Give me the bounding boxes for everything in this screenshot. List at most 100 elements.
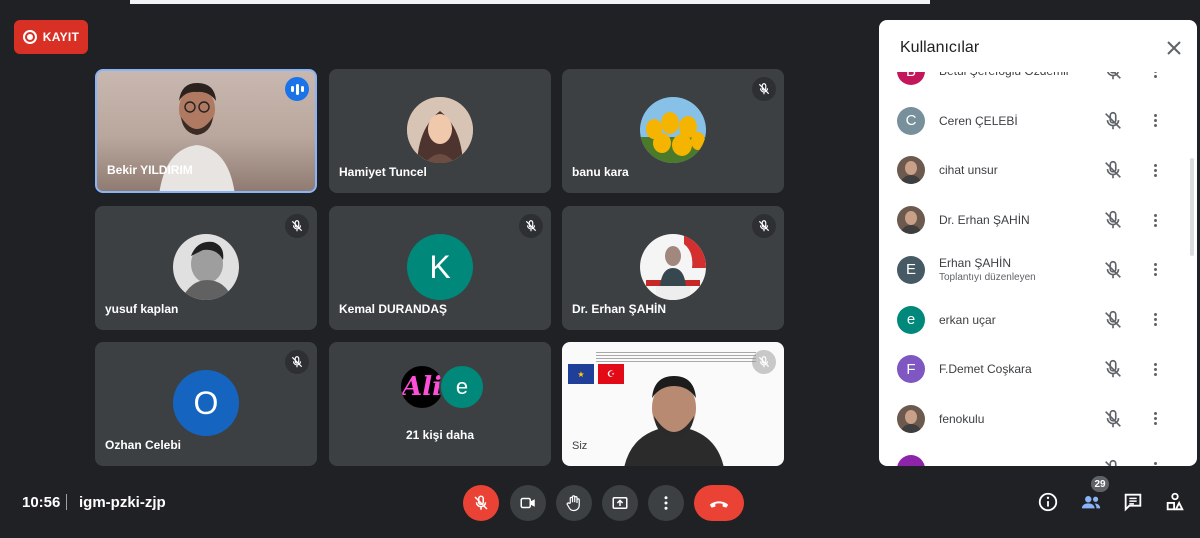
top-strip	[130, 0, 930, 4]
mic-off-icon[interactable]	[1102, 309, 1124, 331]
raise-hand-button[interactable]	[556, 485, 592, 521]
avatar: F	[897, 355, 925, 384]
participant-name: Erhan ŞAHİN	[939, 255, 1012, 270]
participant-row[interactable]	[879, 447, 1179, 466]
video-tile-yusuf[interactable]: yusuf kaplan	[95, 206, 317, 330]
tile-name: Dr. Erhan ŞAHİN	[572, 302, 667, 316]
more-options-icon[interactable]	[1145, 209, 1165, 231]
more-options-icon[interactable]	[1145, 458, 1165, 466]
participants-panel: Kullanıcılar B Betül Şerefoğlu Özdemir C Ce…	[879, 20, 1197, 466]
meeting-time: 10:56	[22, 494, 61, 511]
chat-icon	[1124, 493, 1142, 512]
camera-toggle-button[interactable]	[510, 485, 546, 521]
video-tile-banu[interactable]: banu kara	[562, 69, 784, 193]
mic-off-icon	[285, 214, 309, 238]
mic-off-icon[interactable]	[1102, 110, 1124, 132]
tile-name: Hamiyet Tuncel	[339, 165, 427, 179]
scrollbar[interactable]	[1190, 158, 1194, 256]
participant-list: B Betül Şerefoğlu Özdemir C Ceren ÇELEBİ cih…	[879, 72, 1179, 466]
participant-row[interactable]: F F.Demet Coşkara	[879, 347, 1179, 395]
mic-off-icon[interactable]	[1102, 159, 1124, 181]
participant-name: Dr. Erhan ŞAHİN	[939, 213, 1030, 228]
more-options-icon[interactable]	[1145, 110, 1165, 132]
more-options-icon[interactable]	[1145, 259, 1165, 281]
recording-badge[interactable]: KAYIT	[14, 20, 88, 54]
people-button[interactable]	[1079, 490, 1103, 514]
activities-button[interactable]	[1163, 490, 1187, 514]
avatar: B	[897, 72, 925, 85]
participant-row[interactable]: Dr. Erhan ŞAHİN	[879, 198, 1179, 246]
more-options-icon[interactable]	[1145, 72, 1165, 82]
participant-name: F.Demet Coşkara	[939, 362, 1032, 377]
avatar	[897, 206, 925, 235]
chat-button[interactable]	[1121, 490, 1145, 514]
video-tile-kemal[interactable]: K Kemal DURANDAŞ	[329, 206, 551, 330]
recording-label: KAYIT	[42, 30, 80, 44]
divider	[66, 494, 67, 510]
mic-off-icon[interactable]	[1102, 209, 1124, 231]
mic-off-icon	[474, 495, 488, 510]
mic-off-icon[interactable]	[1102, 458, 1124, 466]
tile-name: Ozhan Celebi	[105, 438, 182, 452]
tile-name: yusuf kaplan	[105, 302, 179, 316]
avatar: e	[897, 305, 925, 334]
tile-name: Siz	[572, 440, 588, 452]
more-options-button[interactable]	[648, 485, 684, 521]
avatar: O	[173, 370, 239, 436]
participant-name: Betül Şerefoğlu Özdemir	[939, 72, 1070, 78]
mic-toggle-button[interactable]	[463, 485, 499, 521]
close-icon[interactable]	[1162, 36, 1186, 60]
mic-off-icon[interactable]	[1102, 408, 1124, 430]
present-screen-icon	[612, 497, 628, 509]
tile-name: Bekir YILDIRIM	[107, 163, 193, 177]
more-participants-tile[interactable]: Ali e 21 kişi daha	[329, 342, 551, 466]
participant-row[interactable]: fenokulu	[879, 397, 1179, 445]
video-tile-ozhan[interactable]: O Ozhan Celebi	[95, 342, 317, 466]
video-tile-hamiyet[interactable]: Hamiyet Tuncel	[329, 69, 551, 193]
participant-row[interactable]: B Betül Şerefoğlu Özdemir	[879, 72, 1179, 97]
present-screen-button[interactable]	[602, 485, 638, 521]
more-options-icon[interactable]	[1145, 159, 1165, 181]
participant-role: Toplantıyı düzenleyen	[939, 271, 1036, 283]
mic-off-icon	[285, 350, 309, 374]
participant-row[interactable]: C Ceren ÇELEBİ	[879, 99, 1179, 147]
record-icon	[22, 30, 37, 44]
more-participants-label: 21 kişi daha	[405, 428, 475, 442]
avatar	[407, 97, 473, 163]
more-options-icon[interactable]	[1145, 408, 1165, 430]
mic-off-icon	[752, 214, 776, 238]
mic-off-icon[interactable]	[1102, 72, 1124, 82]
participant-name: erkan uçar	[939, 312, 996, 327]
people-icon	[1081, 496, 1101, 509]
end-call-icon	[709, 501, 729, 508]
info-button[interactable]	[1036, 490, 1060, 514]
participant-row[interactable]: cihat unsur	[879, 148, 1179, 196]
speaking-indicator-icon	[285, 77, 309, 101]
mic-off-icon	[519, 214, 543, 238]
end-call-button[interactable]	[694, 485, 744, 521]
avatar: K	[407, 234, 473, 300]
more-options-icon[interactable]	[1145, 309, 1165, 331]
avatar	[640, 234, 706, 300]
avatar: C	[897, 106, 925, 135]
mic-off-icon	[752, 350, 776, 374]
eu-flag-icon: ★	[568, 364, 594, 384]
video-tile-bekir[interactable]: Bekir YILDIRIM	[95, 69, 317, 193]
self-video-tile[interactable]: ★ ☪ Siz	[562, 342, 784, 466]
mic-off-icon[interactable]	[1102, 358, 1124, 380]
slide-text	[596, 352, 756, 362]
mic-off-icon	[752, 77, 776, 101]
participant-video	[624, 376, 724, 466]
video-tile-erhan[interactable]: Dr. Erhan ŞAHİN	[562, 206, 784, 330]
more-options-icon[interactable]	[1145, 358, 1165, 380]
mic-off-icon[interactable]	[1102, 259, 1124, 281]
avatar	[897, 404, 925, 433]
camera-icon	[520, 497, 535, 509]
info-icon	[1038, 492, 1058, 512]
control-bar: 10:56 igm-pzki-zjp 29	[0, 466, 1200, 538]
panel-title: Kullanıcılar	[900, 39, 980, 56]
participant-row[interactable]: E Erhan ŞAHİN Toplantıyı düzenleyen	[879, 248, 1179, 296]
participant-row[interactable]: e erkan uçar	[879, 298, 1179, 346]
avatar: E	[897, 255, 925, 284]
raise-hand-icon	[566, 495, 580, 512]
